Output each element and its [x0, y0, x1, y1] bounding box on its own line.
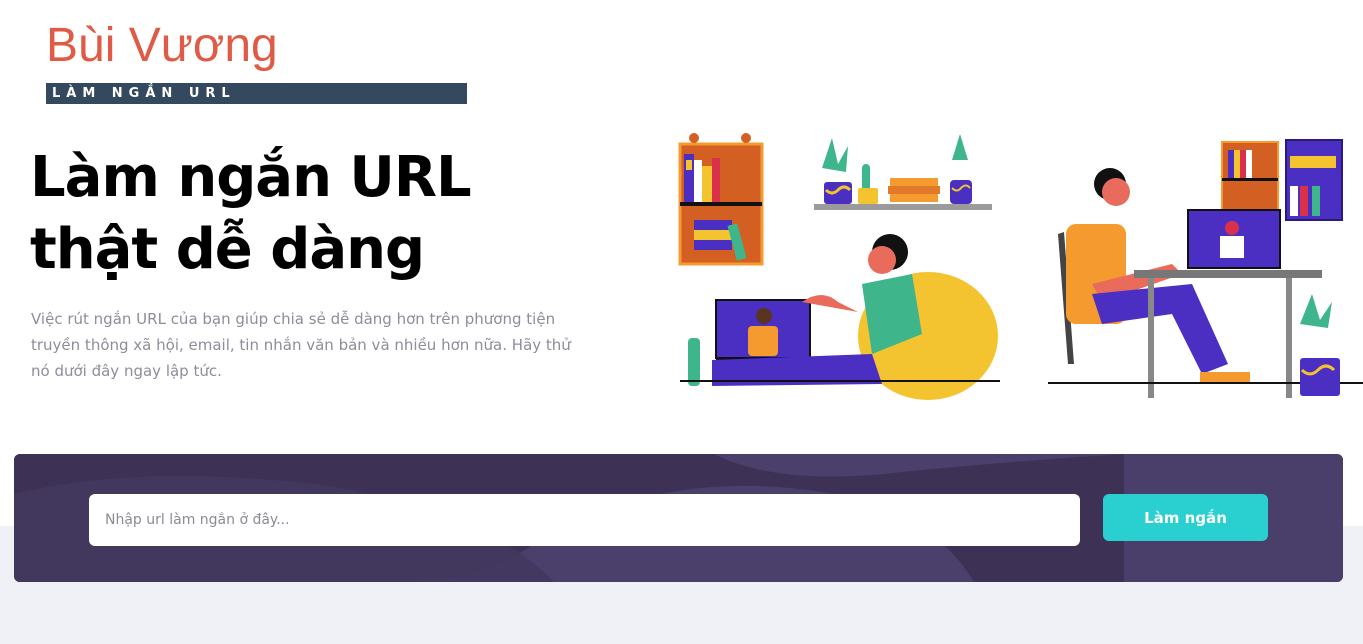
- top-shelf: [814, 134, 992, 210]
- brand-logo[interactable]: Bùi Vương LÀM NGẮN URL: [46, 19, 467, 104]
- bookshelf-right: [1221, 139, 1343, 221]
- hero-title: Làm ngắn URL thật dễ dàng: [30, 142, 590, 286]
- illustration-graphic: [678, 133, 1363, 400]
- url-shortener-panel: Làm ngắn: [14, 454, 1343, 582]
- laptop-left: [715, 299, 832, 362]
- hero-title-line-1: Làm ngắn URL: [30, 145, 472, 210]
- shorten-button[interactable]: Làm ngắn: [1103, 494, 1268, 541]
- brand-subtitle: LÀM NGẮN URL: [46, 83, 467, 104]
- remote-video-call-illustration: [672, 124, 1363, 400]
- url-input[interactable]: [89, 494, 1080, 546]
- hero-description: Việc rút ngắn URL của bạn giúp chia sẻ d…: [31, 310, 571, 380]
- bookshelf-left: [678, 133, 764, 266]
- hero-title-line-2: thật dễ dàng: [30, 217, 425, 282]
- brand-title: Bùi Vương: [46, 19, 278, 72]
